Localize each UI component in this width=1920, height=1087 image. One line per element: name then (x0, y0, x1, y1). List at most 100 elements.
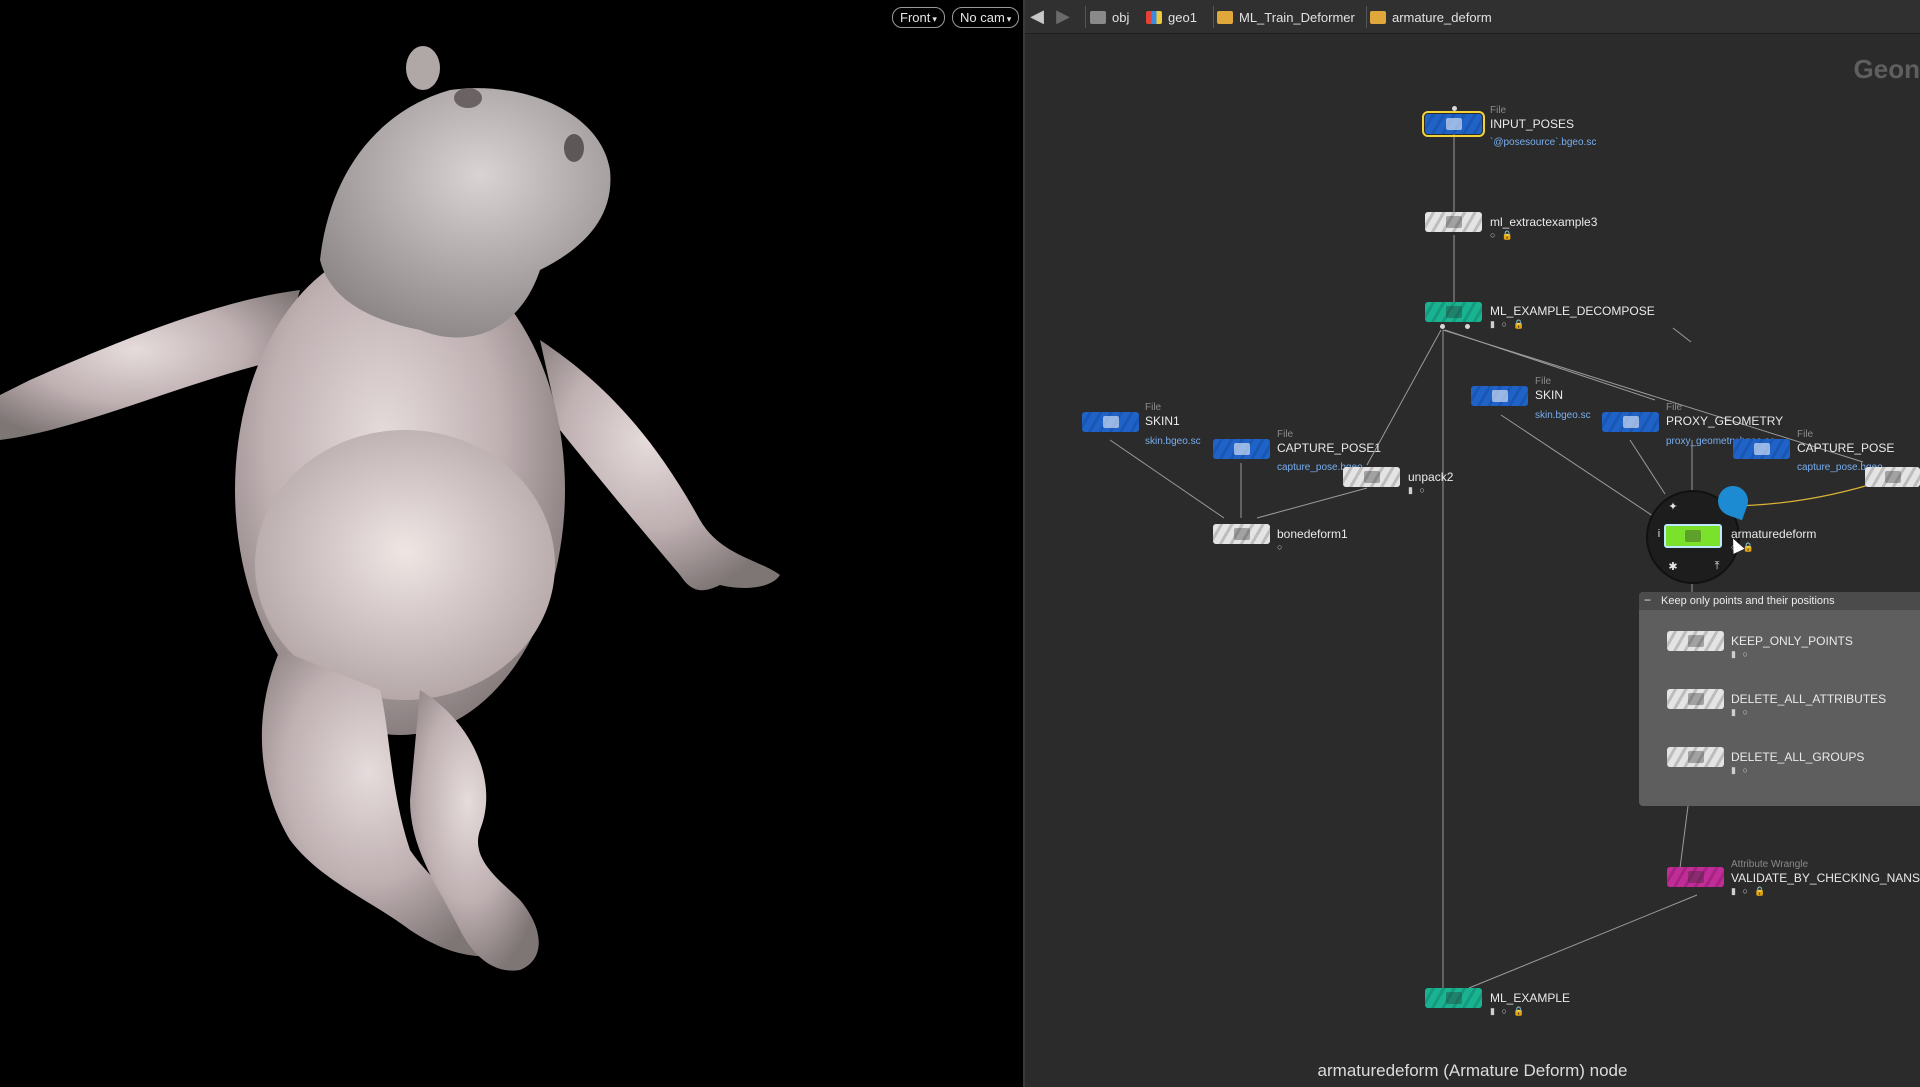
nostril (564, 134, 584, 162)
hippo-model (0, 46, 780, 971)
node-flags: ▮ ○ (1731, 649, 1750, 659)
breadcrumb-ml-train-deformer[interactable]: ML_Train_Deformer (1217, 6, 1355, 28)
node-skin1[interactable] (1082, 412, 1139, 432)
wrangle-icon (1687, 871, 1704, 883)
folder-icon (1217, 10, 1233, 24)
node-icon (1884, 471, 1901, 483)
scene-viewport[interactable]: Front ▾ No cam ▾ (0, 0, 1023, 1087)
node-wires (1109, 130, 1886, 989)
node-caption: armaturedeform (Armature Deform) node (1317, 1061, 1628, 1080)
armature-deform-icon (1685, 530, 1701, 542)
arrow-left-icon[interactable]: ◀ (1027, 6, 1047, 26)
node-name: INPUT_POSES (1490, 117, 1575, 131)
node-offscreen[interactable] (1865, 467, 1920, 487)
collapse-icon[interactable]: − (1644, 593, 1651, 607)
wave-icon (1687, 635, 1704, 647)
breadcrumb-geo1-label: geo1 (1168, 9, 1197, 25)
node-type-label: File (1797, 429, 1814, 440)
breadcrumb-armature-deform-label: armature_deform (1392, 9, 1492, 25)
node-name: DELETE_ALL_ATTRIBUTES (1731, 692, 1887, 706)
node-flags: ▮ ○ 🔒 (1490, 1006, 1527, 1016)
geo-icon (1146, 10, 1162, 24)
delete-attribute-icon (1687, 693, 1704, 705)
node-flags: ▮ ○ (1731, 707, 1750, 717)
export-icon[interactable]: ⤒ (1710, 560, 1724, 573)
breadcrumb-geo1[interactable]: geo1 (1146, 6, 1197, 28)
node-input-poses[interactable] (1422, 111, 1485, 137)
node-capture-pose1[interactable] (1213, 439, 1270, 459)
network-box-title: Keep only points and their positions (1661, 595, 1835, 607)
node-capture-pose[interactable] (1733, 439, 1790, 459)
file-node-icon (1445, 118, 1462, 130)
input-connector[interactable] (1452, 106, 1457, 111)
node-param: skin.bgeo.sc (1535, 410, 1591, 421)
ml-node-icon (1445, 992, 1462, 1004)
node-proxy-geometry[interactable] (1602, 412, 1659, 432)
node-delete-all-groups[interactable] (1667, 747, 1724, 767)
right-arm (540, 340, 780, 591)
file-node-icon (1491, 390, 1508, 402)
node-type-label: File (1490, 105, 1507, 116)
obj-network-icon (1090, 10, 1106, 24)
folder-icon (1370, 10, 1386, 24)
node-type-label: Attribute Wrangle (1731, 859, 1809, 870)
unpack-node-icon (1363, 471, 1380, 483)
node-armaturedeform[interactable] (1664, 524, 1722, 548)
node-flags: ▮ ○ (1408, 485, 1427, 495)
node-bonedeform1[interactable] (1213, 524, 1270, 544)
output-connector[interactable] (1440, 324, 1445, 329)
node-type-label: File (1145, 402, 1162, 413)
node-flags: ▮ ○ 🔒 (1731, 886, 1768, 896)
node-flags: ▮ ○ 🔒 (1490, 319, 1527, 329)
node-name: PROXY_GEOMETRY (1666, 414, 1784, 428)
file-node-icon (1233, 443, 1250, 455)
bypass-icon[interactable]: ✦ (1666, 500, 1680, 513)
node-name: bonedeform1 (1277, 527, 1348, 541)
path-separator (1205, 6, 1214, 28)
bone-deform-icon (1233, 528, 1250, 540)
file-node-icon (1102, 416, 1119, 428)
node-param: skin.bgeo.sc (1145, 436, 1201, 447)
node-name: VALIDATE_BY_CHECKING_NANS (1731, 871, 1920, 885)
context-watermark: Geon (1853, 54, 1920, 84)
node-name: ml_extractexample3 (1490, 215, 1598, 229)
network-editor[interactable]: ◀ ▶ obj geo1 ML_Train_Deformer armature_… (1025, 0, 1920, 1087)
path-bar: ◀ ▶ obj geo1 ML_Train_Deformer armature_… (1025, 0, 1920, 34)
node-param: `@posesource`.bgeo.sc (1490, 137, 1597, 148)
node-name: SKIN1 (1145, 414, 1180, 428)
node-name: CAPTURE_POSE1 (1277, 441, 1382, 455)
breadcrumb-obj-label: obj (1112, 9, 1130, 25)
node-skin[interactable] (1471, 386, 1528, 406)
node-name: KEEP_ONLY_POINTS (1731, 634, 1853, 648)
node-name: CAPTURE_POSE (1797, 441, 1895, 455)
node-flags: ▮ ○ (1731, 765, 1750, 775)
node-keep-only-points[interactable] (1667, 631, 1724, 651)
network-box-header[interactable]: − Keep only points and their positions (1639, 592, 1920, 610)
node-name: SKIN (1535, 388, 1564, 402)
node-name: unpack2 (1408, 470, 1454, 484)
node-type-label: File (1666, 402, 1683, 413)
node-delete-all-attributes[interactable] (1667, 689, 1724, 709)
node-name: armaturedeform (1731, 527, 1817, 541)
breadcrumb-obj[interactable]: obj (1090, 6, 1129, 28)
breadcrumb-ml-train-deformer-label: ML_Train_Deformer (1239, 9, 1355, 25)
eye (454, 88, 482, 108)
neck (320, 88, 611, 338)
node-type-label: File (1277, 429, 1294, 440)
extract-node-icon (1445, 216, 1462, 228)
file-node-icon (1753, 443, 1770, 455)
node-name: ML_EXAMPLE (1490, 991, 1571, 1005)
arrow-right-icon[interactable]: ▶ (1053, 6, 1073, 26)
node-ml-example-decompose[interactable] (1425, 302, 1482, 322)
breadcrumb-armature-deform[interactable]: armature_deform (1370, 6, 1492, 28)
node-flags: ○ (1277, 542, 1285, 552)
path-separator (1077, 6, 1086, 28)
output-connector[interactable] (1465, 324, 1470, 329)
node-name: DELETE_ALL_GROUPS (1731, 750, 1865, 764)
node-ml-extractexample3[interactable] (1425, 212, 1482, 232)
node-unpack2[interactable] (1343, 467, 1400, 487)
node-validate-by-checking-nans[interactable] (1667, 867, 1724, 887)
node-ml-example[interactable] (1425, 988, 1482, 1008)
ear (406, 46, 440, 90)
gear-icon[interactable]: ✱ (1666, 560, 1680, 573)
